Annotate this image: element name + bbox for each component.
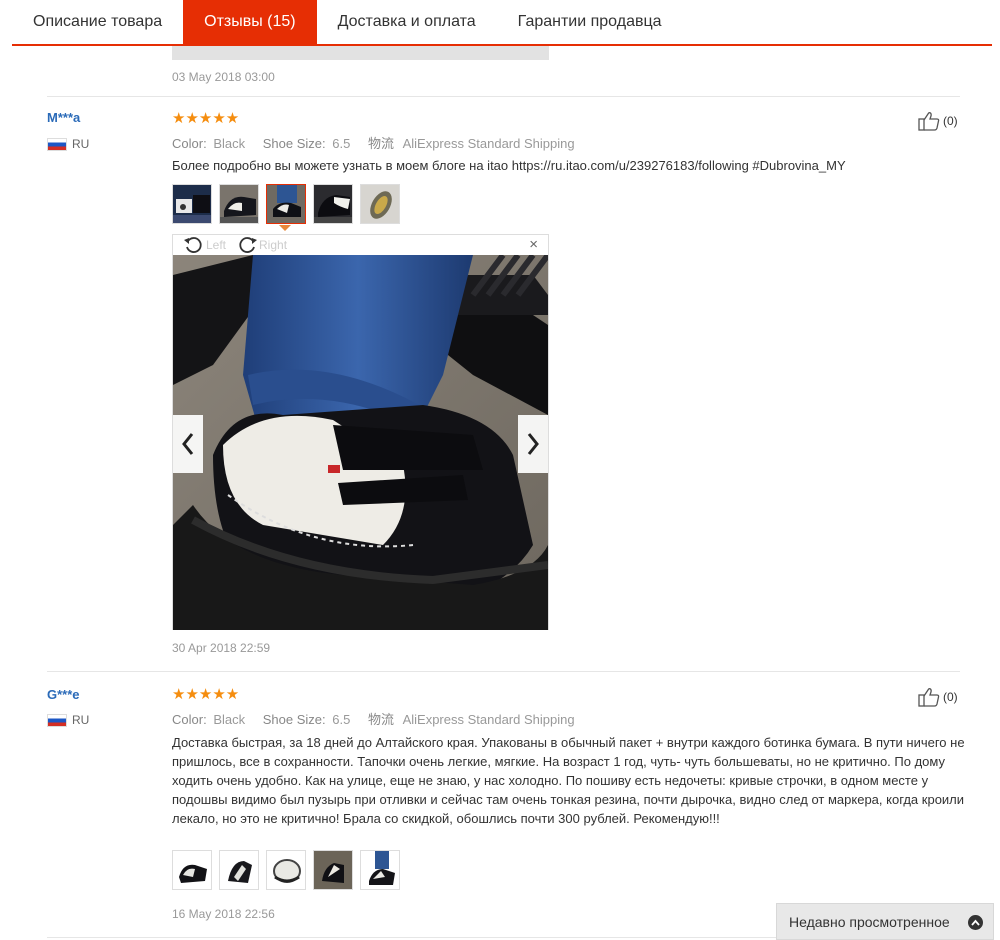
tab-reviews[interactable]: Отзывы (15) (183, 0, 317, 44)
selected-photo-pointer (279, 225, 291, 231)
recently-viewed-label: Недавно просмотренное (789, 913, 950, 930)
color-label: Color: (172, 136, 207, 151)
country-code: RU (72, 713, 90, 727)
review-date: 30 Apr 2018 22:59 (172, 641, 271, 655)
helpful-count: (0) (943, 114, 958, 128)
review-tabs: Описание товара Отзывы (15) Доставка и о… (12, 0, 992, 46)
review-text: Доставка быстрая, за 18 дней до Алтайско… (172, 735, 965, 826)
review-photo-thumb[interactable] (172, 184, 212, 224)
order-attributes: Color: Black Shoe Size: 6.5 物流 AliExpres… (172, 133, 589, 152)
helpful-button[interactable]: (0) (918, 111, 958, 131)
helpful-button[interactable]: (0) (918, 687, 958, 707)
review-photo-large (173, 255, 548, 630)
size-label: Shoe Size: (262, 712, 326, 727)
photo-viewer: Left Right × (172, 234, 549, 630)
helpful-count: (0) (943, 690, 958, 704)
shipping-value: AliExpress Standard Shipping (402, 712, 575, 727)
close-viewer-button[interactable]: × (529, 236, 538, 253)
rotate-left-label: Left (206, 238, 227, 252)
color-label: Color: (172, 712, 207, 727)
rotate-left-button[interactable]: Left (183, 236, 226, 254)
country-code: RU (72, 137, 90, 151)
rotate-right-label: Right (259, 238, 288, 252)
order-attributes: Color: Black Shoe Size: 6.5 物流 AliExpres… (172, 709, 589, 728)
reviewer-country: RU (47, 137, 89, 151)
review-photo-thumb[interactable] (172, 850, 212, 890)
thumbs-up-icon (918, 688, 940, 707)
shipping-value: AliExpress Standard Shipping (402, 136, 575, 151)
chevron-up-icon[interactable] (968, 915, 983, 930)
size-value: 6.5 (332, 712, 351, 727)
review-photo-thumb-selected[interactable] (266, 184, 306, 224)
review-text: Более подробно вы можете узнать в моем б… (172, 158, 846, 173)
rotate-right-icon (239, 237, 258, 253)
russia-flag-icon (47, 137, 67, 151)
recently-viewed-bar[interactable]: Недавно просмотренное (776, 903, 994, 940)
review-photo-thumb[interactable] (266, 850, 306, 890)
review-date: 16 May 2018 22:56 (172, 907, 275, 921)
previous-review-date: 03 May 2018 03:00 (172, 70, 275, 84)
thumbs-up-icon (918, 112, 940, 131)
next-photo-button[interactable] (518, 415, 548, 473)
tab-description[interactable]: Описание товара (12, 0, 183, 44)
rotate-right-button[interactable]: Right (236, 236, 287, 254)
russia-flag-icon (47, 713, 67, 727)
review-divider (47, 671, 960, 672)
review-photo-thumb[interactable] (219, 850, 259, 890)
reviewer-name[interactable]: M***a (47, 110, 80, 125)
tab-guarantees[interactable]: Гарантии продавца (497, 0, 683, 44)
review-photo-thumb[interactable] (219, 184, 259, 224)
review-photo-thumb[interactable] (360, 184, 400, 224)
review-photos (172, 850, 400, 890)
previous-photo-button[interactable] (173, 415, 203, 473)
review-photo-thumb[interactable] (313, 184, 353, 224)
rotate-left-icon (184, 237, 202, 253)
chevron-left-icon (182, 433, 194, 455)
review-photo-thumb[interactable] (360, 850, 400, 890)
tab-shipping[interactable]: Доставка и оплата (317, 0, 497, 44)
shipping-label: 物流 (367, 136, 394, 151)
viewer-toolbar: Left Right × (173, 235, 548, 255)
reviewer-name[interactable]: G***e (47, 687, 80, 702)
color-value: Black (213, 136, 246, 151)
color-value: Black (213, 712, 246, 727)
size-value: 6.5 (332, 136, 351, 151)
reviewer-country: RU (47, 713, 89, 727)
star-rating: ★★★★★ (172, 686, 240, 703)
review-photos (172, 184, 400, 224)
chevron-right-icon (527, 433, 539, 455)
star-rating: ★★★★★ (172, 110, 240, 127)
previous-review-photo (172, 46, 549, 60)
shipping-label: 物流 (367, 712, 394, 727)
review-photo-thumb[interactable] (313, 850, 353, 890)
size-label: Shoe Size: (262, 136, 326, 151)
review-divider (47, 96, 960, 97)
